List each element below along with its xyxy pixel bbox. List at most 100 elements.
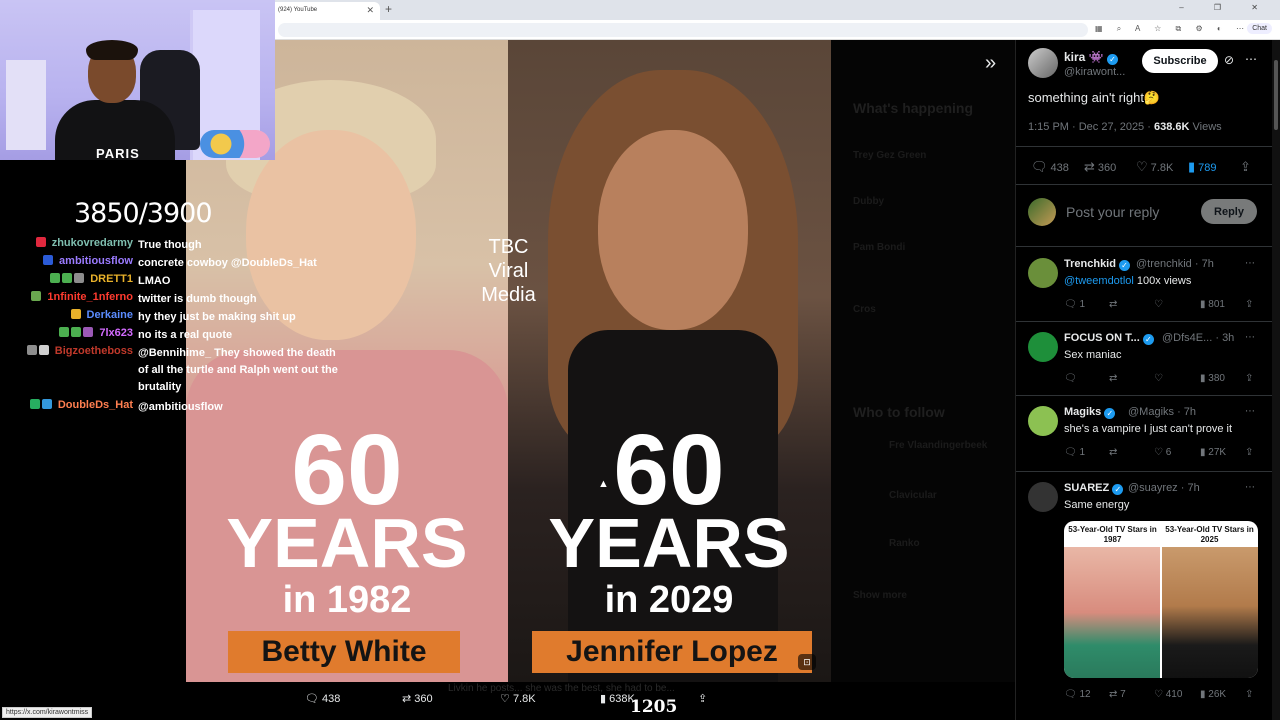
post-reposts[interactable]: ⇄ 360 [1084, 159, 1116, 175]
grok-icon[interactable]: ⊘ [1224, 53, 1234, 67]
more-options-icon[interactable]: ⋯ [1245, 482, 1255, 493]
repost-icon: ⇄ [1084, 159, 1095, 174]
right-nameplate: Jennifer Lopez [532, 631, 812, 673]
reply-mention[interactable]: @tweemdotlol [1064, 275, 1134, 287]
embedded-image[interactable]: 53-Year-Old TV Stars in 1987 53-Year-Old… [1064, 521, 1258, 678]
reply-reposts[interactable]: ⇄ [1109, 447, 1117, 458]
share-icon[interactable]: ⇪ [1245, 447, 1253, 458]
share-icon[interactable]: ⇪ [698, 692, 707, 705]
reply-handle[interactable]: @Magiks · 7h [1128, 406, 1196, 418]
reply-reposts[interactable]: ⇄ [1109, 373, 1117, 384]
chat-badges [43, 255, 130, 265]
embedded-left-photo [1064, 547, 1160, 678]
reply-text: Same energy [1064, 499, 1130, 511]
chat-text: @Bennihime_ They showed the death of all… [138, 347, 338, 393]
reply-views[interactable]: ▮ 26K [1200, 689, 1226, 700]
chat-badges [36, 237, 130, 247]
reply-replies[interactable]: 🗨 1 [1064, 447, 1085, 458]
right-face [598, 130, 748, 330]
post-bookmarks-count: 789 [1198, 162, 1217, 174]
post-replies[interactable]: 🗨 438 [1031, 159, 1069, 175]
chat-badges [27, 345, 130, 355]
reply-handle[interactable]: @trenchkid · 7h [1136, 258, 1214, 270]
chat-badges [50, 273, 130, 283]
divider [1016, 395, 1272, 396]
reply-likes[interactable]: ♡ 6 [1154, 447, 1171, 458]
dim-trend: Trey Gez Green [853, 150, 927, 161]
new-tab-icon[interactable]: + [385, 2, 392, 16]
post-meta: 1:15 PM · Dec 27, 2025 · 638.6K Views [1028, 121, 1222, 133]
toolbar-icons[interactable]: ▦ ⌕ A ☆ ⧉ ⚙ ◐ ⋯ [1095, 24, 1250, 34]
reply-views[interactable]: ▮ 380 [1200, 373, 1225, 384]
views-icon: ▮ [1200, 447, 1206, 458]
scrollbar-thumb[interactable] [1274, 60, 1278, 130]
panel-scrollbar[interactable] [1272, 40, 1280, 720]
image-options-icon[interactable]: ⊡ [798, 654, 816, 670]
reply-replies[interactable]: 🗨 1 [1064, 299, 1085, 310]
bottom-likes[interactable]: ♡ 7.8K [500, 692, 536, 705]
dim-trend: Cros [853, 304, 876, 315]
reply-author-name[interactable]: Magiks ✓ [1064, 406, 1116, 419]
author-name[interactable]: kira 👾 ✓ [1064, 50, 1118, 65]
more-options-icon[interactable]: ⋯ [1245, 52, 1257, 66]
views-icon: ▮ [1200, 689, 1206, 700]
post-bookmarks[interactable]: ▮ 789 [1188, 159, 1217, 175]
badge-icon [71, 309, 81, 319]
verified-icon: ✓ [1107, 54, 1118, 65]
reply-author-name[interactable]: Trenchkid ✓ [1064, 258, 1131, 271]
url-field[interactable] [278, 23, 1088, 37]
share-icon[interactable]: ⇪ [1240, 159, 1254, 175]
author-avatar[interactable] [1028, 48, 1058, 78]
more-options-icon[interactable]: ⋯ [1245, 406, 1255, 417]
more-options-icon[interactable]: ⋯ [1245, 258, 1255, 269]
author-handle[interactable]: @kirawont... [1064, 66, 1125, 78]
expand-panel-icon[interactable]: » [985, 52, 996, 75]
reply-views[interactable]: ▮ 801 [1200, 299, 1225, 310]
reply-reposts[interactable]: ⇄ [1109, 299, 1117, 310]
chat-text: no its a real quote [138, 329, 233, 341]
more-options-icon[interactable]: ⋯ [1245, 332, 1255, 343]
reply-text: she's a vampire I just can't prove it [1064, 423, 1233, 435]
reply-avatar[interactable] [1028, 406, 1058, 436]
reply-icon: 🗨 [1064, 373, 1077, 384]
browser-tab[interactable]: (924) YouTube ✕ [270, 2, 380, 20]
reply-text: Sex maniac [1064, 349, 1122, 361]
share-icon[interactable]: ⇪ [1245, 299, 1253, 310]
divider [1016, 146, 1272, 147]
window-controls[interactable]: – ❐ ✕ [1179, 3, 1272, 12]
reply-views[interactable]: ▮ 27K [1200, 447, 1226, 458]
repost-icon: ⇄ [1109, 447, 1118, 458]
share-icon[interactable]: ⇪ [1245, 689, 1253, 700]
chat-text: hy they just be making shit up [138, 311, 296, 323]
post-likes-count: 7.8K [1150, 162, 1174, 174]
chat-button[interactable]: Chat [1247, 23, 1272, 34]
reply-replies[interactable]: 🗨 12 [1064, 689, 1091, 700]
badge-icon [71, 327, 81, 337]
status-bar-url: https://x.com/kirawontmiss [2, 707, 93, 718]
bottom-reposts[interactable]: ⇄ 360 [402, 692, 433, 705]
reply-author-name[interactable]: FOCUS ON T... ✓ [1064, 332, 1154, 345]
reply-avatar[interactable] [1028, 482, 1058, 512]
reply-handle[interactable]: @Dfs4E... · 3h [1162, 332, 1234, 344]
bottom-likes-count: 7.8K [512, 693, 536, 705]
reply-likes[interactable]: ♡ [1154, 373, 1163, 384]
reply-replies[interactable]: 🗨 [1064, 373, 1077, 384]
chat-message: DRETT1 LMAO [0, 272, 345, 290]
reply-author-name[interactable]: SUAREZ ✓ [1064, 482, 1124, 495]
chat-message: ambitiousflow concrete cowboy @DoubleDs_H… [0, 254, 345, 272]
share-icon[interactable]: ⇪ [1245, 373, 1253, 384]
reply-avatar[interactable] [1028, 258, 1058, 288]
dim-follow: Clavicular [889, 490, 937, 501]
post-views-label: Views [1189, 121, 1222, 133]
reply-button[interactable]: Reply [1201, 199, 1257, 224]
reply-likes[interactable]: ♡ [1154, 299, 1163, 310]
reply-handle[interactable]: @suayrez · 7h [1128, 482, 1200, 494]
reply-reposts[interactable]: ⇄ 7 [1109, 689, 1126, 700]
subscribe-button[interactable]: Subscribe [1142, 49, 1218, 73]
bottom-replies[interactable]: 🗨 438 [305, 692, 340, 705]
reply-likes[interactable]: ♡ 410 [1154, 689, 1182, 700]
reply-avatar[interactable] [1028, 332, 1058, 362]
tab-close-icon[interactable]: ✕ [366, 5, 374, 16]
post-likes[interactable]: ♡ 7.8K [1136, 159, 1173, 175]
reply-input[interactable]: Post your reply [1066, 204, 1159, 220]
